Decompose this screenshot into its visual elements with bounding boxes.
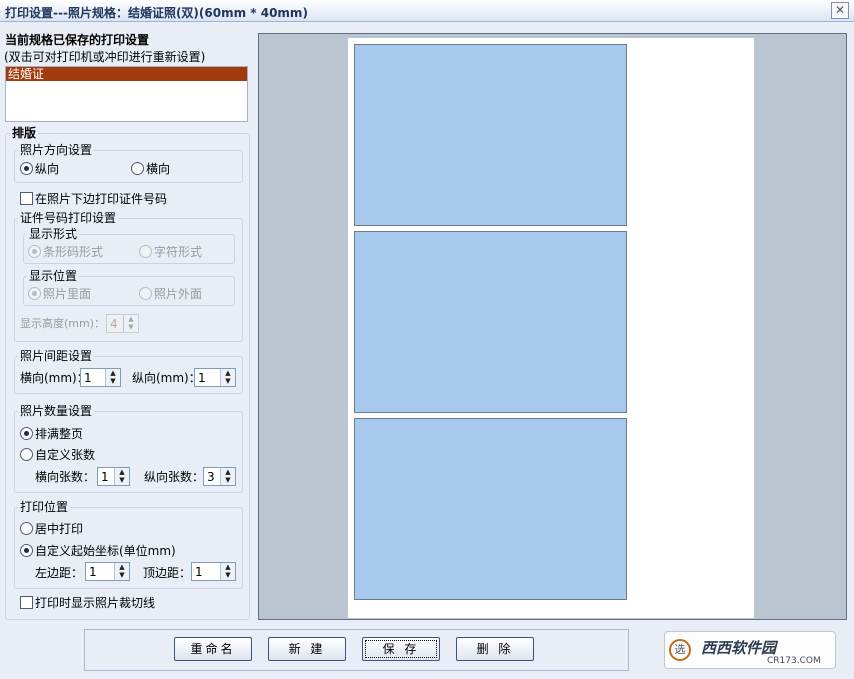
- top-margin-value: 1: [195, 565, 203, 579]
- custom-origin-radio[interactable]: [20, 544, 33, 557]
- preview-photo: [354, 44, 627, 226]
- preview-photo: [354, 418, 627, 600]
- watermark-brand: 西西软件园: [701, 639, 777, 657]
- fill-page-radio[interactable]: [20, 427, 33, 440]
- outside-radio[interactable]: [139, 287, 152, 300]
- id-print-label: 证件号码打印设置: [18, 211, 119, 225]
- v-count-stepper[interactable]: 3 ▲ ▼: [203, 467, 236, 486]
- preview-paper: [348, 38, 754, 618]
- portrait-label: 纵向: [35, 162, 60, 176]
- save-button[interactable]: 保 存: [362, 637, 440, 661]
- outside-label: 照片外面: [154, 287, 203, 301]
- custom-count-radio[interactable]: [20, 448, 33, 461]
- preview-photo: [354, 231, 627, 413]
- button-bar: [84, 629, 629, 671]
- orientation-label: 照片方向设置: [18, 143, 95, 157]
- spin-arrows-icon[interactable]: ▲ ▼: [220, 468, 235, 485]
- v-spacing-stepper[interactable]: 1 ▲ ▼: [194, 368, 236, 387]
- spin-arrows-icon[interactable]: ▲ ▼: [114, 563, 129, 580]
- h-spacing-label: 横向(mm)：: [20, 371, 89, 385]
- barcode-label: 条形码形式: [43, 245, 104, 259]
- height-stepper[interactable]: 4 ▲ ▼: [106, 314, 139, 333]
- portrait-radio[interactable]: [20, 162, 33, 175]
- inside-label: 照片里面: [43, 287, 92, 301]
- rename-button[interactable]: 重命名: [174, 637, 252, 661]
- show-cut-lines-label: 打印时显示照片裁切线: [35, 596, 156, 610]
- landscape-radio[interactable]: [131, 162, 144, 175]
- new-button[interactable]: 新 建: [268, 637, 346, 661]
- v-spacing-label: 纵向(mm)：: [132, 371, 201, 385]
- print-id-checkbox[interactable]: [20, 192, 33, 205]
- barcode-radio[interactable]: [28, 245, 41, 258]
- text-form-radio[interactable]: [139, 245, 152, 258]
- h-count-stepper[interactable]: 1 ▲ ▼: [97, 467, 130, 486]
- print-position-label: 打印位置: [18, 500, 71, 514]
- spin-arrows-icon[interactable]: ▲ ▼: [220, 369, 235, 386]
- left-margin-stepper[interactable]: 1 ▲ ▼: [85, 562, 130, 581]
- h-count-label: 横向张数：: [35, 470, 96, 484]
- fill-page-label: 排满整页: [35, 427, 84, 441]
- window-title: 打印设置---照片规格：结婚证照(双)(60mm * 40mm): [5, 6, 308, 20]
- h-spacing-value: 1: [84, 371, 92, 385]
- spin-arrows-icon[interactable]: ▲ ▼: [105, 369, 120, 386]
- landscape-label: 横向: [146, 162, 171, 176]
- saved-settings-hint: (双击可对打印机或冲印进行重新设置): [4, 50, 206, 64]
- v-count-value: 3: [207, 470, 215, 484]
- print-id-label: 在照片下边打印证件号码: [35, 192, 168, 206]
- v-spacing-value: 1: [198, 371, 206, 385]
- top-margin-stepper[interactable]: 1 ▲ ▼: [191, 562, 236, 581]
- watermark-url: CR173.COM: [767, 656, 821, 666]
- delete-button[interactable]: 删 除: [456, 637, 534, 661]
- height-value: 4: [110, 317, 118, 331]
- quantity-label: 照片数量设置: [18, 404, 95, 418]
- print-preview-panel: [258, 33, 847, 620]
- spacing-label: 照片间距设置: [18, 349, 95, 363]
- show-cut-lines-checkbox[interactable]: [20, 596, 33, 609]
- spin-arrows-icon[interactable]: ▲ ▼: [114, 468, 129, 485]
- h-count-value: 1: [101, 470, 109, 484]
- title-bar: 打印设置---照片规格：结婚证照(双)(60mm * 40mm) ✕: [0, 0, 854, 22]
- left-margin-label: 左边距：: [35, 566, 84, 580]
- close-icon: ✕: [834, 3, 846, 17]
- custom-origin-label: 自定义起始坐标(单位mm): [35, 544, 176, 558]
- top-margin-label: 顶边距：: [143, 566, 192, 580]
- watermark-badge: 选: [669, 639, 691, 661]
- inside-radio[interactable]: [28, 287, 41, 300]
- watermark-logo: 选 西西软件园 CR173.COM: [664, 631, 836, 669]
- height-label: 显示高度(mm)：: [20, 317, 106, 330]
- saved-settings-list[interactable]: 结婚证: [5, 66, 248, 122]
- list-item[interactable]: 结婚证: [6, 67, 247, 81]
- text-form-label: 字符形式: [154, 245, 203, 259]
- h-spacing-stepper[interactable]: 1 ▲ ▼: [80, 368, 121, 387]
- v-count-label: 纵向张数：: [144, 470, 205, 484]
- spin-arrows-icon[interactable]: ▲ ▼: [220, 563, 235, 580]
- display-position-label: 显示位置: [27, 269, 80, 283]
- layout-group-label: 排版: [10, 126, 39, 140]
- left-margin-value: 1: [89, 565, 97, 579]
- display-form-label: 显示形式: [27, 227, 80, 241]
- center-print-radio[interactable]: [20, 522, 33, 535]
- close-button[interactable]: ✕: [831, 2, 849, 19]
- spin-arrows-icon[interactable]: ▲ ▼: [123, 315, 138, 332]
- saved-settings-heading: 当前规格已保存的打印设置: [5, 33, 150, 47]
- center-print-label: 居中打印: [35, 522, 84, 536]
- custom-count-label: 自定义张数: [35, 448, 96, 462]
